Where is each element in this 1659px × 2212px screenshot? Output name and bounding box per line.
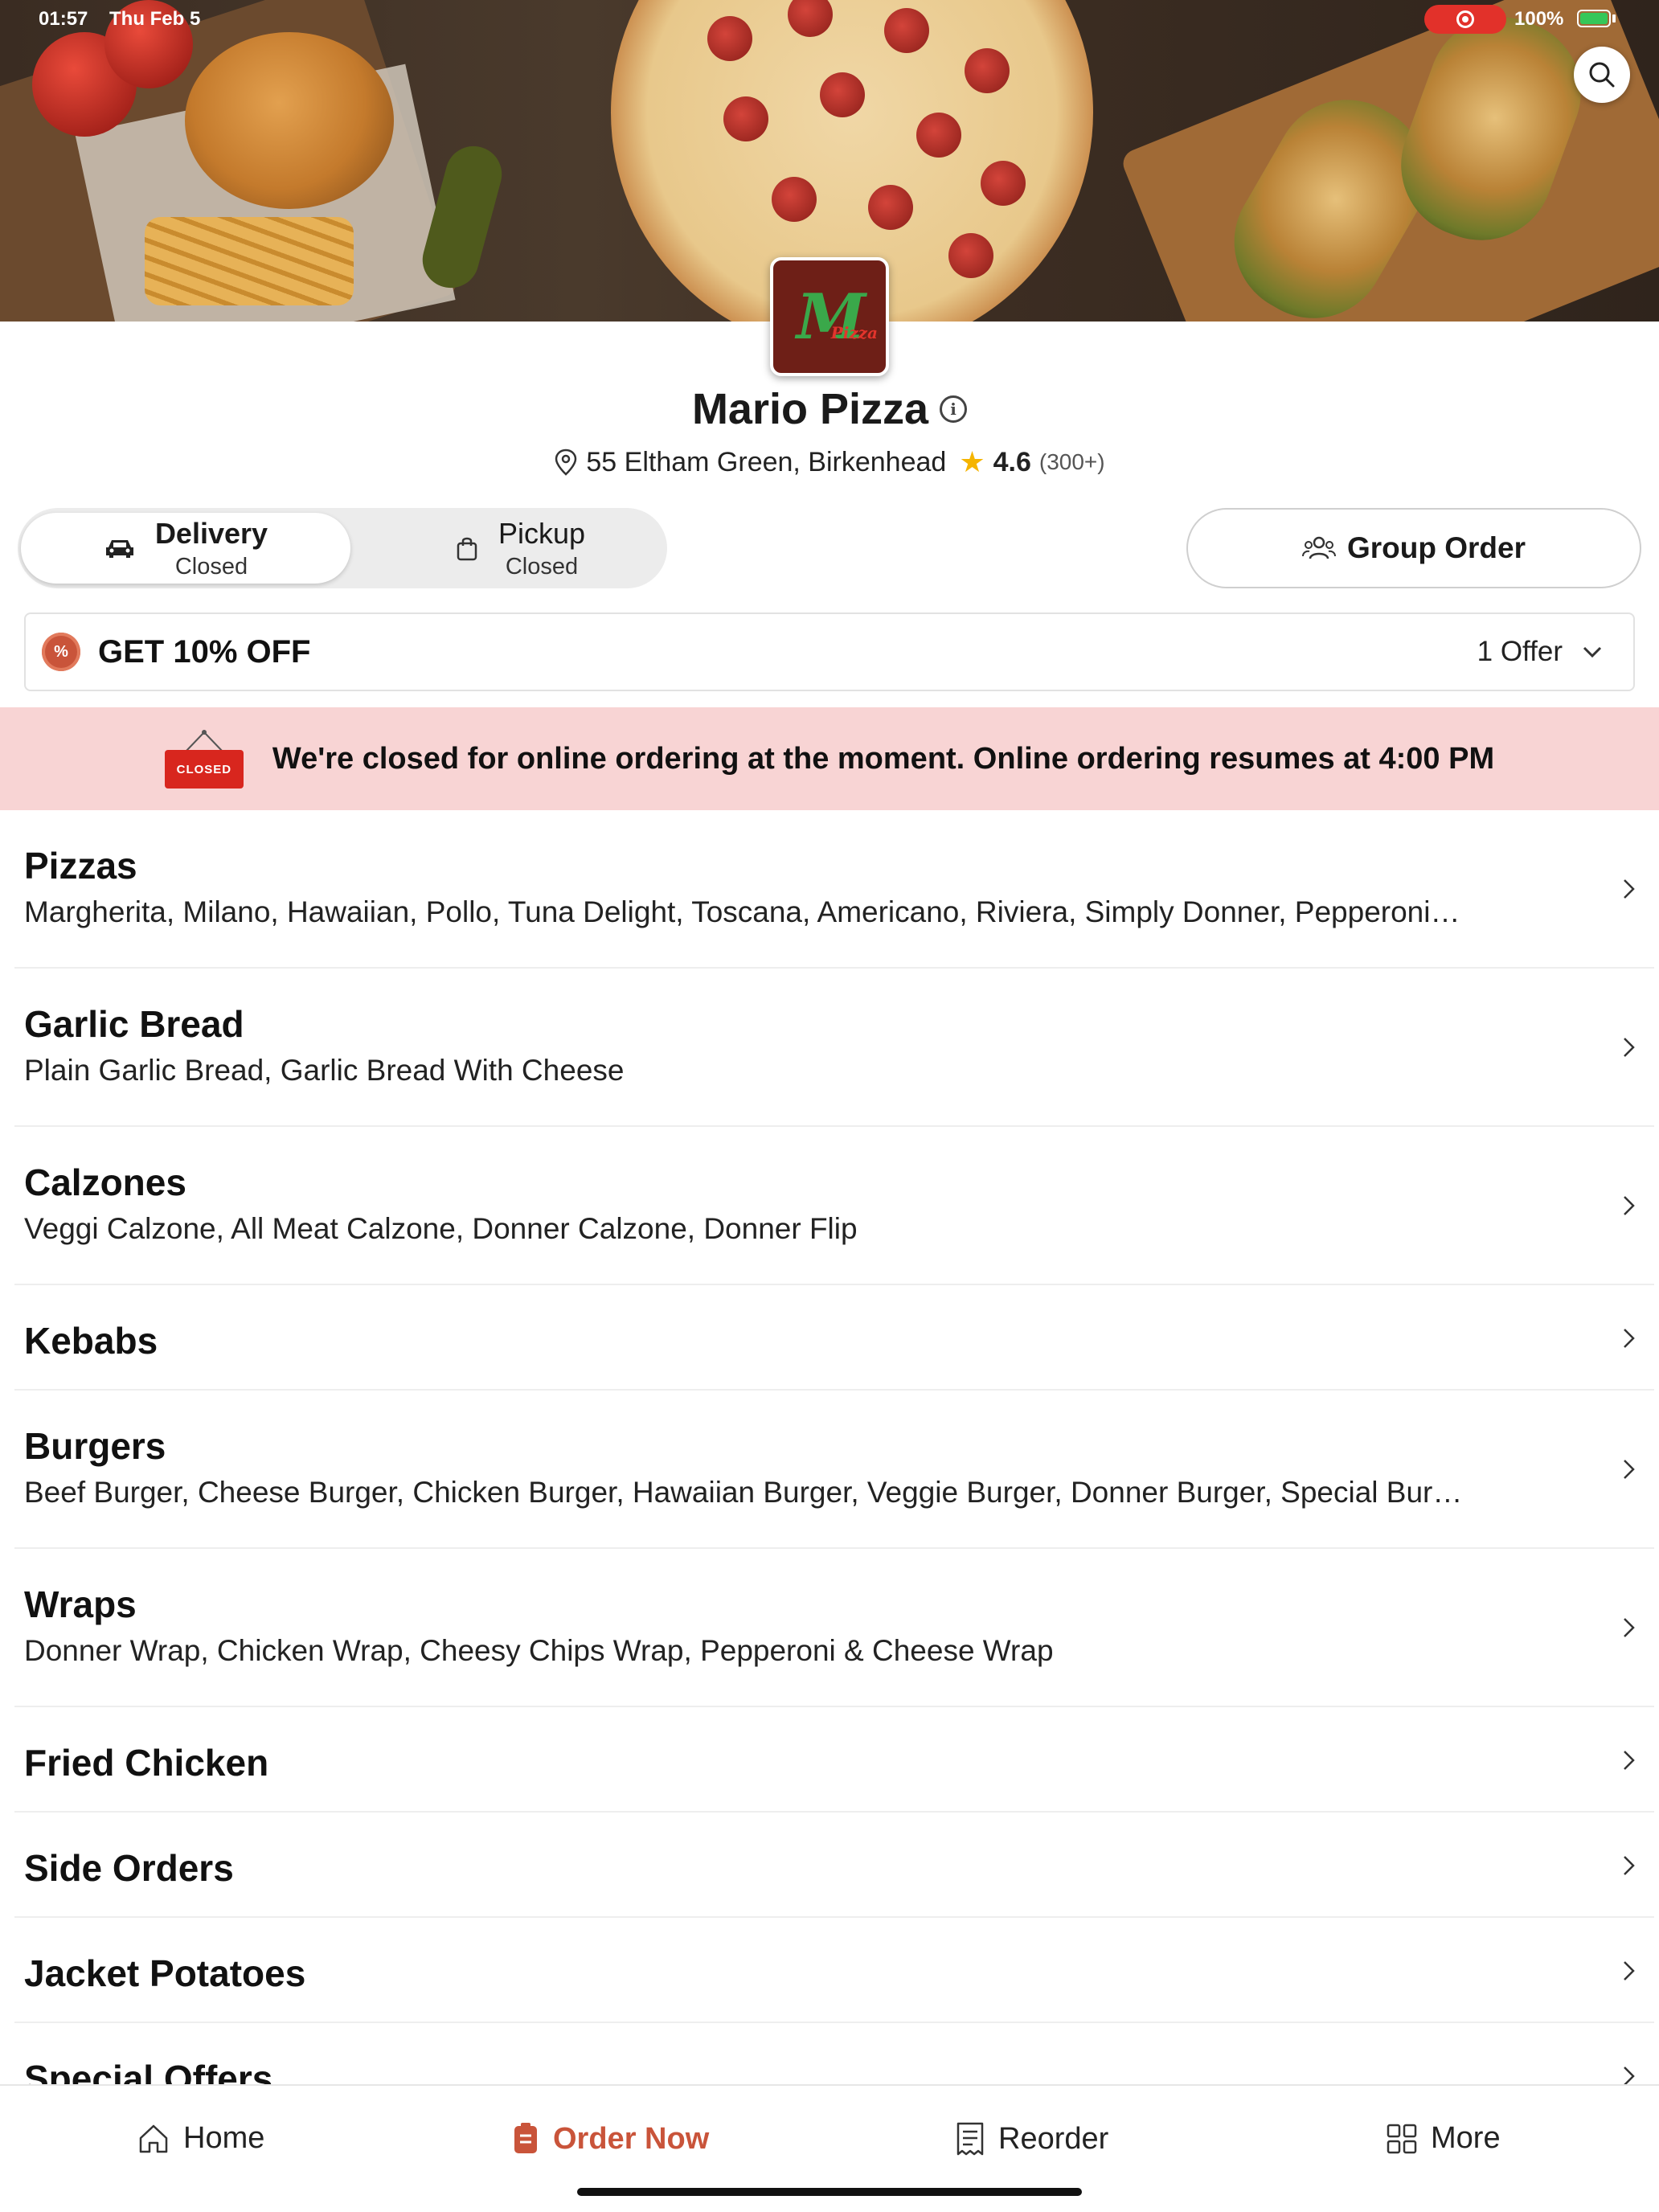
pickup-label: Pickup	[498, 516, 586, 550]
chevron-right-icon	[1624, 879, 1635, 899]
delivery-status: Closed	[174, 553, 248, 580]
group-order-label: Group Order	[1346, 531, 1526, 564]
chevron-right-icon	[1624, 1329, 1635, 1348]
battery-icon	[1577, 10, 1611, 27]
chevron-right-icon	[1624, 1618, 1635, 1637]
grid-icon	[1387, 2124, 1417, 2153]
closed-message: We're closed for online ordering at the …	[272, 741, 1495, 776]
home-indicator	[577, 2188, 1082, 2196]
category-items: Donner Wrap, Chicken Wrap, Cheesy Chips …	[24, 1634, 1054, 1667]
nav-order-now[interactable]: Order Now	[511, 2121, 709, 2157]
record-icon	[1456, 10, 1474, 28]
menu-category-fried-chicken[interactable]: Fried Chicken	[14, 1707, 1654, 1813]
nav-more-label: More	[1431, 2121, 1501, 2155]
chevron-right-icon	[1624, 1961, 1635, 1981]
delivery-option[interactable]: Delivery Closed	[21, 513, 350, 584]
closed-sign-icon: CLOSED	[164, 729, 244, 789]
restaurant-meta: 55 Eltham Green, Birkenhead ★ 4.6 (300+)	[0, 445, 1659, 479]
info-icon[interactable]: i	[940, 395, 968, 423]
category-title: Fried Chicken	[24, 1742, 269, 1784]
category-items: Beef Burger, Cheese Burger, Chicken Burg…	[24, 1476, 1463, 1509]
menu-category-wraps[interactable]: Wraps Donner Wrap, Chicken Wrap, Cheesy …	[14, 1549, 1654, 1707]
category-title: Pizzas	[24, 845, 137, 887]
chevron-right-icon	[1624, 2067, 1635, 2084]
nav-reorder-label: Reorder	[998, 2121, 1109, 2156]
category-title: Garlic Bread	[24, 1003, 244, 1045]
screen-recording-indicator	[1424, 5, 1506, 34]
offer-banner[interactable]: % GET 10% OFF 1 Offer	[24, 612, 1635, 691]
category-items: Plain Garlic Bread, Garlic Bread With Ch…	[24, 1054, 625, 1087]
chevron-right-icon	[1624, 1196, 1635, 1215]
battery-percent: 100%	[1514, 8, 1564, 30]
chevron-right-icon	[1624, 1460, 1635, 1479]
menu-category-kebabs[interactable]: Kebabs	[14, 1285, 1654, 1391]
status-time: 01:57	[39, 8, 88, 30]
menu-category-calzones[interactable]: Calzones Veggi Calzone, All Meat Calzone…	[14, 1127, 1654, 1285]
menu-category-jacket-potatoes[interactable]: Jacket Potatoes	[14, 1918, 1654, 2023]
chevron-down-icon	[1583, 646, 1602, 658]
restaurant-logo: M Pizza	[770, 257, 889, 376]
search-icon	[1589, 62, 1615, 88]
nav-home[interactable]: Home	[137, 2121, 264, 2156]
category-title: Burgers	[24, 1425, 166, 1467]
search-button[interactable]	[1574, 47, 1630, 103]
rating-value: 4.6	[993, 446, 1031, 477]
delivery-label: Delivery	[154, 516, 268, 550]
star-icon: ★	[959, 445, 985, 478]
category-items: Margherita, Milano, Hawaiian, Pollo, Tun…	[24, 895, 1460, 928]
home-icon	[139, 2124, 168, 2153]
status-date: Thu Feb 5	[109, 8, 201, 30]
category-title: Special Offers	[24, 2058, 273, 2084]
logo-subtext: Pizza	[830, 323, 878, 342]
category-title: Jacket Potatoes	[24, 1952, 306, 1994]
offer-title: GET 10% OFF	[98, 633, 311, 670]
category-title: Kebabs	[24, 1320, 158, 1362]
menu-category-pizzas[interactable]: Pizzas Margherita, Milano, Hawaiian, Pol…	[14, 810, 1654, 969]
category-title: Calzones	[24, 1161, 186, 1203]
restaurant-address: 55 Eltham Green, Birkenhead	[586, 446, 947, 477]
receipt-icon	[956, 2122, 984, 2156]
menu-category-list: Pizzas Margherita, Milano, Hawaiian, Pol…	[0, 810, 1659, 2084]
menu-category-burgers[interactable]: Burgers Beef Burger, Cheese Burger, Chic…	[14, 1391, 1654, 1549]
menu-category-special-offers[interactable]: Special Offers	[14, 2023, 1654, 2084]
discount-badge-icon: %	[42, 633, 80, 671]
offer-count: 1 Offer	[1477, 636, 1563, 667]
order-mode-toggle: Delivery Closed Pickup Closed	[18, 508, 667, 588]
pickup-status: Closed	[505, 553, 579, 580]
group-order-button[interactable]: Group Order	[1186, 508, 1641, 588]
restaurant-name: Mario Pizza	[691, 385, 929, 433]
car-icon	[105, 540, 133, 558]
rating-count: (300+)	[1038, 449, 1105, 474]
shopping-bag-icon	[457, 537, 477, 561]
category-title: Side Orders	[24, 1847, 234, 1889]
nav-home-label: Home	[183, 2121, 265, 2155]
nav-reorder[interactable]: Reorder	[955, 2121, 1108, 2157]
category-items: Veggi Calzone, All Meat Calzone, Donner …	[24, 1212, 858, 1245]
nav-more[interactable]: More	[1386, 2121, 1501, 2156]
chevron-right-icon	[1624, 1038, 1635, 1057]
chevron-right-icon	[1624, 1751, 1635, 1770]
chevron-right-icon	[1624, 1856, 1635, 1875]
menu-category-side-orders[interactable]: Side Orders	[14, 1813, 1654, 1918]
category-title: Wraps	[24, 1583, 137, 1625]
pickup-option[interactable]: Pickup Closed	[355, 513, 685, 584]
group-users-icon	[1301, 536, 1336, 559]
battery-tip	[1612, 14, 1616, 23]
menu-category-garlic-bread[interactable]: Garlic Bread Plain Garlic Bread, Garlic …	[14, 969, 1654, 1127]
order-icon	[514, 2123, 537, 2153]
location-pin-icon	[555, 449, 577, 476]
closed-sign-text: CLOSED	[164, 750, 244, 789]
nav-order-now-label: Order Now	[553, 2121, 710, 2156]
closed-banner: CLOSED We're closed for online ordering …	[0, 707, 1659, 810]
restaurant-header: Mario Pizza i	[0, 384, 1659, 434]
